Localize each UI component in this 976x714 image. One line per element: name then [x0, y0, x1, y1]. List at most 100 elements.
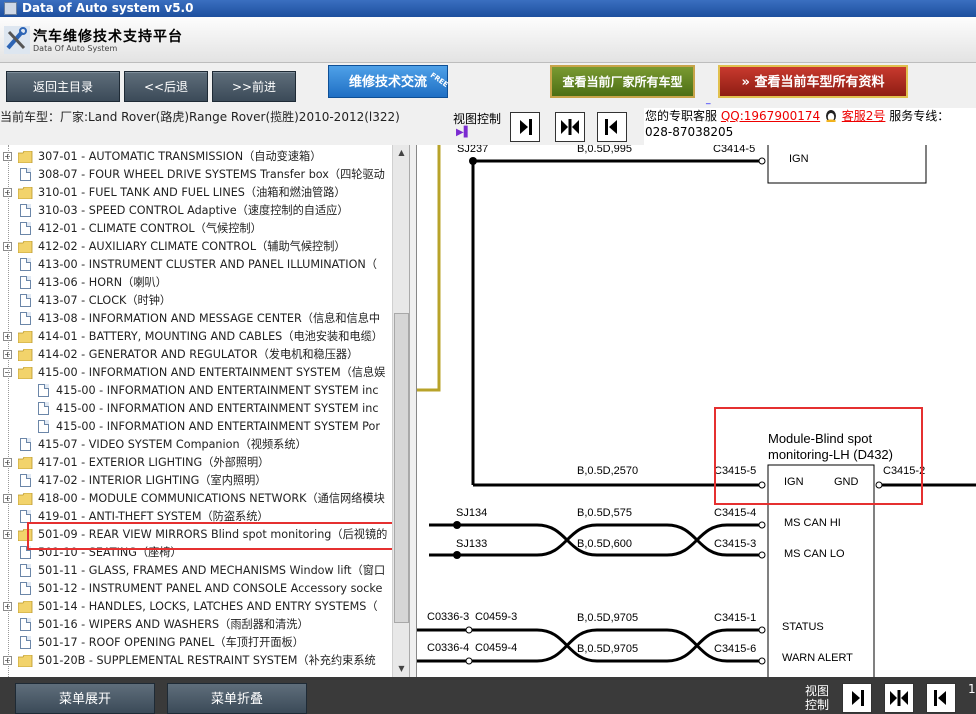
scroll-up-icon[interactable]: ▲ — [394, 145, 409, 160]
connector-pin — [758, 626, 766, 634]
tree-item[interactable]: +418-00 - MODULE COMMUNICATIONS NETWORK（… — [0, 490, 392, 508]
folder-icon — [18, 331, 33, 343]
c3415-2-label: C3415-2 — [883, 465, 925, 477]
tree-item[interactable]: 415-00 - INFORMATION AND ENTERTAINMENT S… — [0, 400, 392, 418]
bottom-view-center-button[interactable] — [884, 683, 914, 713]
folder-icon — [18, 241, 33, 253]
connector-pin — [465, 626, 473, 634]
tree-item[interactable]: 501-12 - INSTRUMENT PANEL AND CONSOLE Ac… — [0, 580, 392, 598]
c3415-3-label: C3415-3 — [714, 538, 756, 550]
service-prefix: 您的专职客服 — [645, 109, 718, 123]
document-icon — [38, 384, 49, 397]
module-title-line2: monitoring-LH (D432) — [768, 447, 893, 462]
document-icon — [20, 474, 31, 487]
tree-item-label: 413-00 - INSTRUMENT CLUSTER AND PANEL IL… — [38, 258, 377, 271]
back-button[interactable]: <<后退 — [124, 71, 208, 102]
c3415-4-label: C3415-4 — [714, 507, 756, 519]
gnd-label: GND — [834, 476, 859, 488]
folder-icon — [18, 601, 33, 613]
tree-item[interactable]: 412-01 - CLIMATE CONTROL（气候控制） — [0, 220, 392, 238]
tree-item-label: 308-07 - FOUR WHEEL DRIVE SYSTEMS Transf… — [38, 168, 385, 181]
c3415-6-label: C3415-6 — [714, 643, 756, 655]
sj134-label: SJ134 — [456, 507, 487, 519]
module-title-line1: Module-Blind spot — [768, 431, 872, 446]
tree-item-label: 415-00 - INFORMATION AND ENTERTAINMENT S… — [38, 366, 386, 379]
tree-item[interactable]: 413-08 - INFORMATION AND MESSAGE CENTER（… — [0, 310, 392, 328]
connector-pin — [758, 157, 766, 165]
ms-can-hi-label: MS CAN HI — [784, 517, 841, 529]
view-control-logo-icon: ▶▌ — [456, 127, 472, 138]
tech-exchange-label: 维修技术交流 — [348, 75, 427, 90]
tree-item[interactable]: +501-20B - SUPPLEMENTAL RESTRAINT SYSTEM… — [0, 652, 392, 670]
tree-item-label: 417-02 - INTERIOR LIGHTING（室内照明） — [38, 474, 267, 487]
tree-item[interactable]: +412-02 - AUXILIARY CLIMATE CONTROL（辅助气候… — [0, 238, 392, 256]
tree-item[interactable]: +414-02 - GENERATOR AND REGULATOR（发电机和稳压… — [0, 346, 392, 364]
double-chevron-icon: » — [741, 75, 750, 90]
tree-item-label: 413-06 - HORN（喇叭） — [38, 276, 167, 289]
tree-item-label: 501-12 - INSTRUMENT PANEL AND CONSOLE Ac… — [38, 582, 383, 595]
document-icon — [20, 618, 31, 631]
module-main-box — [767, 464, 875, 677]
tree-item[interactable]: 417-02 - INTERIOR LIGHTING（室内照明） — [0, 472, 392, 490]
menu-collapse-button[interactable]: 菜单折叠 — [167, 683, 307, 714]
connector-pin — [758, 551, 766, 559]
tree-item-label: 414-01 - BATTERY, MOUNTING AND CABLES（电池… — [38, 330, 383, 343]
wire-575-label: B,0.5D,575 — [577, 507, 632, 519]
menu-expand-button[interactable]: 菜单展开 — [15, 683, 155, 714]
tree-item[interactable]: −415-00 - INFORMATION AND ENTERTAINMENT … — [0, 364, 392, 382]
scroll-down-icon[interactable]: ▼ — [394, 661, 409, 676]
tree-item-label: 310-03 - SPEED CONTROL Adaptive（速度控制的自适应… — [38, 204, 349, 217]
ms-can-lo-label: MS CAN LO — [784, 548, 845, 560]
folder-icon — [18, 367, 33, 379]
app-title: 汽车维修技术支持平台 — [33, 29, 183, 45]
tree-item[interactable]: 413-07 - CLOCK（时钟） — [0, 292, 392, 310]
all-models-button[interactable]: 查看当前厂家所有车型 — [550, 65, 695, 98]
service-name-link[interactable]: 客服2号 — [842, 109, 886, 123]
tree-item[interactable]: 415-00 - INFORMATION AND ENTERTAINMENT S… — [0, 418, 392, 436]
tree-item[interactable]: 413-00 - INSTRUMENT CLUSTER AND PANEL IL… — [0, 256, 392, 274]
qq-penguin-icon — [825, 110, 836, 122]
scroll-thumb[interactable] — [394, 313, 409, 623]
home-button[interactable]: 返回主目录 — [6, 71, 120, 102]
tree-item[interactable]: 413-06 - HORN（喇叭） — [0, 274, 392, 292]
folder-icon — [18, 655, 33, 667]
current-model-label: 当前车型：厂家:Land Rover(路虎)Range Rover(揽胜)201… — [0, 110, 400, 124]
tree-item-label: 307-01 - AUTOMATIC TRANSMISSION（自动变速箱） — [38, 150, 322, 163]
warn-alert-label: WARN ALERT — [782, 652, 853, 664]
view-right-button[interactable] — [510, 112, 540, 142]
c0459-3-label: C0459-3 — [475, 611, 517, 623]
all-data-button[interactable]: » 查看当前车型所有资料 — [718, 65, 908, 98]
main-toolbar: 返回主目录 <<后退 >>前进 维修技术交流 FREE 查看当前厂家所有车型 _… — [0, 63, 976, 105]
app-header: 汽车维修技术支持平台 Data Of Auto System — [0, 17, 976, 63]
document-icon — [20, 582, 31, 595]
tree-item-label: 415-00 - INFORMATION AND ENTERTAINMENT S… — [56, 420, 380, 433]
tree-item[interactable]: 501-17 - ROOF OPENING PANEL（车顶打开面板） — [0, 634, 392, 652]
tree-item[interactable]: +417-01 - EXTERIOR LIGHTING（外部照明） — [0, 454, 392, 472]
tree-item[interactable]: +310-01 - FUEL TANK AND FUEL LINES（油箱和燃油… — [0, 184, 392, 202]
view-center-button[interactable] — [555, 112, 585, 142]
tree-item[interactable]: 310-03 - SPEED CONTROL Adaptive（速度控制的自适应… — [0, 202, 392, 220]
tree-item[interactable]: +501-14 - HANDLES, LOCKS, LATCHES AND EN… — [0, 598, 392, 616]
tree-scrollbar[interactable]: ▲ ▼ — [392, 145, 409, 677]
tree-item[interactable]: 415-00 - INFORMATION AND ENTERTAINMENT S… — [0, 382, 392, 400]
forward-button[interactable]: >>前进 — [212, 71, 296, 102]
qq-link[interactable]: QQ:1967900174 — [721, 109, 820, 123]
c3414-5-label: C3414-5 — [713, 145, 755, 155]
tech-exchange-button[interactable]: 维修技术交流 FREE — [328, 65, 450, 98]
bottom-view-right-button[interactable] — [842, 683, 872, 713]
tree-item[interactable]: +307-01 - AUTOMATIC TRANSMISSION（自动变速箱） — [0, 148, 392, 166]
document-icon — [20, 258, 31, 271]
tree-item[interactable]: 501-16 - WIPERS AND WASHERS（雨刮器和清洗） — [0, 616, 392, 634]
info-bar: 当前车型：厂家:Land Rover(路虎)Range Rover(揽胜)201… — [0, 105, 976, 148]
bottom-view-left-button[interactable] — [926, 683, 956, 713]
view-left-button[interactable] — [597, 112, 627, 142]
c0336-4-label: C0336-4 — [427, 642, 469, 654]
tree-item[interactable]: +414-01 - BATTERY, MOUNTING AND CABLES（电… — [0, 328, 392, 346]
document-icon — [38, 402, 49, 415]
tree-item[interactable]: 415-07 - VIDEO SYSTEM Companion（视频系统） — [0, 436, 392, 454]
tree-item[interactable]: 501-11 - GLASS, FRAMES AND MECHANISMS Wi… — [0, 562, 392, 580]
tree-item[interactable]: 308-07 - FOUR WHEEL DRIVE SYSTEMS Transf… — [0, 166, 392, 184]
tree-item-label: 412-01 - CLIMATE CONTROL（气候控制） — [38, 222, 262, 235]
manual-tree-panel: +307-01 - AUTOMATIC TRANSMISSION（自动变速箱） 3… — [0, 145, 410, 677]
underscore-link[interactable]: _ — [706, 95, 711, 105]
